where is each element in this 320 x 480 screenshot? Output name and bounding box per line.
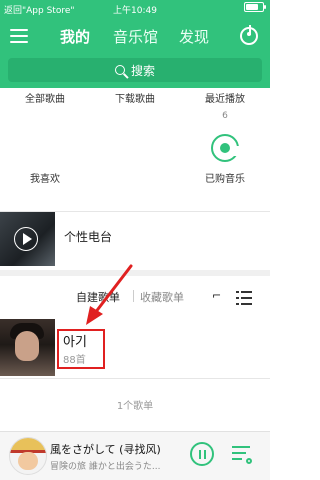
now-playing-title: 風をさがして (寻找风) (50, 443, 161, 456)
playlist-queue-icon[interactable] (232, 444, 252, 464)
now-playing-lyric: 冒険の旅 誰かと出会うた... (50, 462, 161, 472)
pause-icon[interactable] (190, 442, 214, 466)
mini-player[interactable]: 風をさがして (寻找风) 冒険の旅 誰かと出会うた... (0, 431, 270, 480)
playlist-count: 1个歌单 (116, 401, 154, 412)
divider (0, 378, 270, 379)
album-art (9, 437, 47, 475)
